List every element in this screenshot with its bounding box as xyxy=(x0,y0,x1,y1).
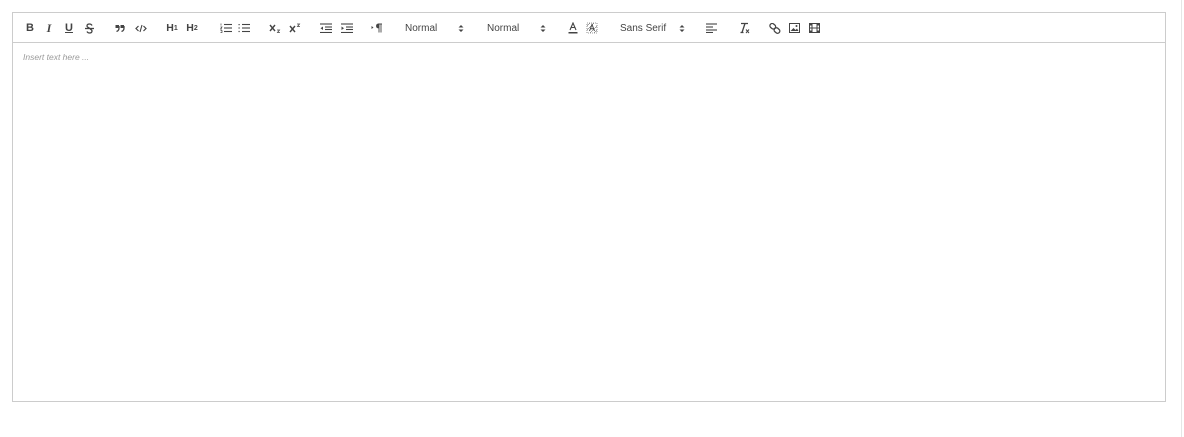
header-2-button[interactable]: H2 xyxy=(185,20,199,36)
header-1-sub: 1 xyxy=(173,24,178,32)
font-picker-arrow-icon[interactable] xyxy=(679,20,685,36)
page-scrollbar-edge xyxy=(1181,0,1182,437)
editor-content[interactable]: Insert text here ... xyxy=(23,52,89,62)
header-picker-label[interactable]: Normal xyxy=(487,20,529,36)
header-1-label: H xyxy=(166,22,174,34)
clean-format-icon[interactable] xyxy=(737,20,750,36)
strike-icon[interactable] xyxy=(83,20,95,36)
outdent-icon[interactable] xyxy=(319,20,332,36)
blockquote-icon[interactable] xyxy=(114,20,126,36)
bullet-list-icon[interactable] xyxy=(237,20,251,36)
subscript-icon[interactable] xyxy=(268,20,281,36)
text-direction-icon[interactable] xyxy=(370,20,384,36)
code-block-icon[interactable] xyxy=(134,20,148,36)
bold-button[interactable]: B xyxy=(25,20,35,36)
image-icon[interactable] xyxy=(788,20,801,36)
superscript-icon[interactable] xyxy=(288,20,301,36)
size-picker-arrow-icon[interactable] xyxy=(458,20,464,36)
video-icon[interactable] xyxy=(808,20,821,36)
indent-icon[interactable] xyxy=(340,20,353,36)
ordered-list-icon[interactable] xyxy=(219,20,233,36)
link-icon[interactable] xyxy=(768,20,781,36)
size-picker-label[interactable]: Normal xyxy=(405,20,447,36)
align-icon[interactable] xyxy=(705,20,718,36)
background-color-icon[interactable] xyxy=(585,20,599,36)
italic-button[interactable]: I xyxy=(44,20,54,36)
font-color-icon[interactable] xyxy=(566,20,580,36)
header-1-button[interactable]: H1 xyxy=(165,20,179,36)
editor-placeholder: Insert text here ... xyxy=(23,52,90,62)
header-picker-arrow-icon[interactable] xyxy=(540,20,546,36)
rich-text-editor: B I U H1 H2 Normal Normal Sans Serif Ins… xyxy=(12,12,1166,402)
font-picker-label[interactable]: Sans Serif xyxy=(620,20,674,36)
header-2-label: H xyxy=(186,22,194,34)
underline-button[interactable]: U xyxy=(64,20,74,36)
header-2-sub: 2 xyxy=(193,24,198,32)
editor-toolbar: B I U H1 H2 Normal Normal Sans Serif xyxy=(13,13,1165,43)
